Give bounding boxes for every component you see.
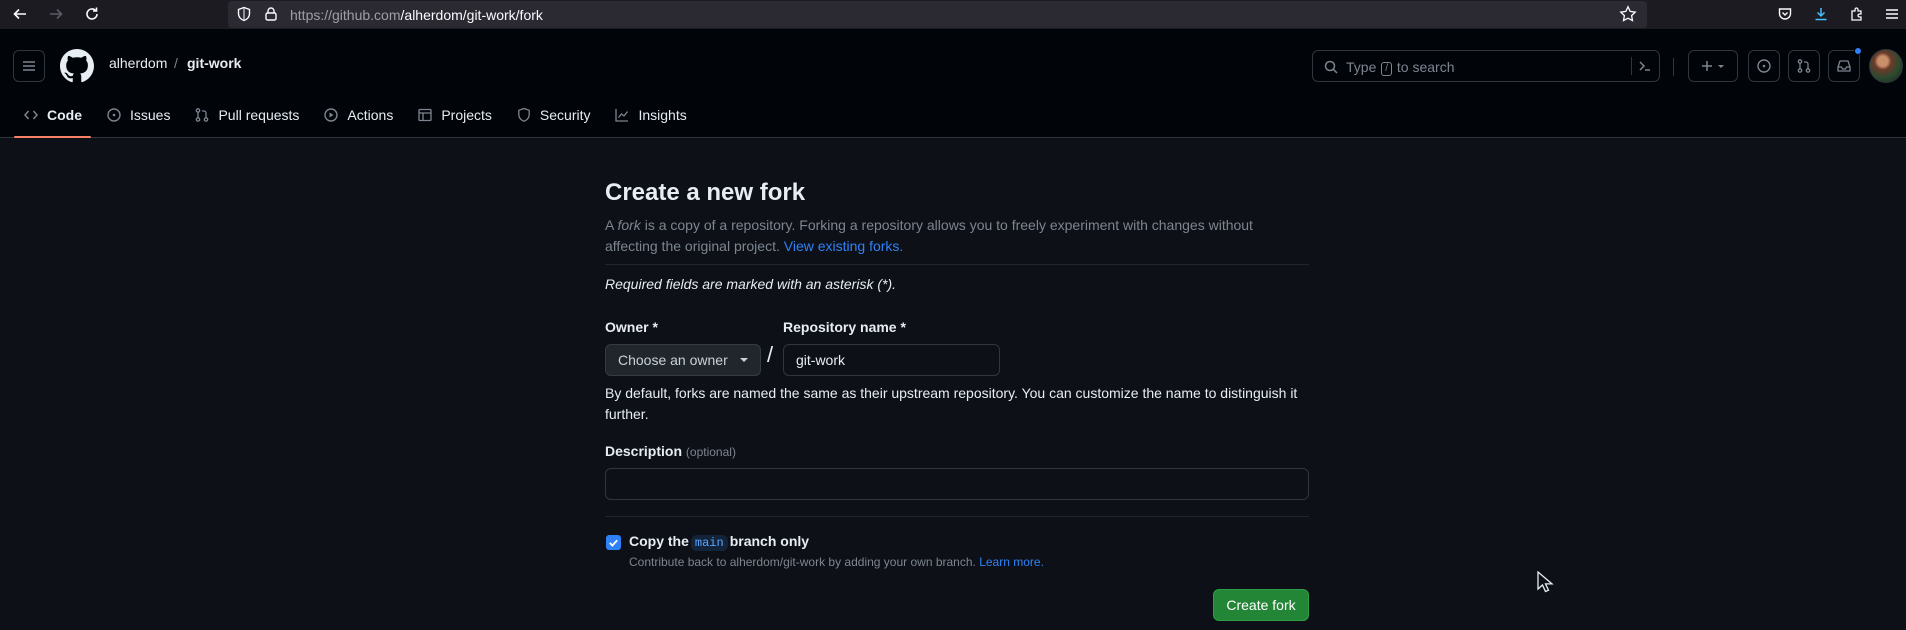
- repo-nav: Code Issues Pull requests Actions Projec…: [14, 92, 702, 138]
- download-icon[interactable]: [1810, 3, 1832, 25]
- search-input[interactable]: Type / to search: [1312, 50, 1660, 82]
- header-divider: [1673, 58, 1674, 76]
- tab-issues[interactable]: Issues: [97, 92, 179, 138]
- pocket-icon[interactable]: [1774, 3, 1796, 25]
- optional-hint: (optional): [685, 445, 736, 459]
- app-menu-icon[interactable]: [1881, 3, 1903, 25]
- search-placeholder: Type / to search: [1346, 59, 1455, 76]
- tab-security[interactable]: Security: [507, 92, 600, 138]
- url-text: https://github.com/alherdom/git-work/for…: [290, 7, 543, 23]
- issue-icon: [1757, 59, 1771, 73]
- inbox-button[interactable]: [1828, 50, 1860, 82]
- tab-label: Pull requests: [218, 107, 300, 123]
- breadcrumb-repo[interactable]: git-work: [187, 55, 241, 71]
- repository-name-help: By default, forks are named the same as …: [605, 385, 1298, 422]
- plus-dropdown-icon: [1702, 61, 1724, 71]
- pull-requests-button[interactable]: [1788, 50, 1820, 82]
- global-nav-menu-button[interactable]: [13, 50, 45, 82]
- view-existing-forks-link[interactable]: View existing forks.: [784, 238, 904, 254]
- tab-label: Security: [539, 107, 591, 123]
- pull-request-icon: [1797, 59, 1811, 73]
- tab-label: Projects: [441, 107, 492, 123]
- copy-branch-help: Contribute back to alherdom/git-work by …: [629, 555, 1044, 569]
- issues-button[interactable]: [1748, 50, 1780, 82]
- breadcrumb-owner[interactable]: alherdom: [109, 55, 167, 71]
- tab-projects[interactable]: Projects: [408, 92, 501, 138]
- tab-insights[interactable]: Insights: [605, 92, 695, 138]
- browser-toolbar: https://github.com/alherdom/git-work/for…: [0, 0, 1906, 29]
- forward-icon[interactable]: [44, 2, 68, 26]
- play-icon: [324, 108, 339, 122]
- notification-indicator: [1854, 47, 1862, 55]
- reload-icon[interactable]: [80, 2, 104, 26]
- check-icon: [609, 539, 618, 547]
- search-icon: [1323, 59, 1339, 80]
- tab-code[interactable]: Code: [14, 92, 91, 138]
- github-logo-icon[interactable]: [60, 49, 94, 88]
- tab-label: Insights: [638, 107, 687, 123]
- create-new-button[interactable]: [1688, 50, 1738, 82]
- mouse-pointer-icon: [1536, 570, 1556, 598]
- caret-down-icon: [740, 358, 748, 362]
- learn-more-link[interactable]: Learn more.: [979, 555, 1044, 569]
- shield-icon: [518, 107, 530, 123]
- search-divider: [1631, 57, 1632, 75]
- description-label: Description (optional): [605, 443, 736, 459]
- address-bar[interactable]: https://github.com/alherdom/git-work/for…: [228, 1, 1647, 28]
- page-title: Create a new fork: [605, 179, 806, 206]
- owner-label: Owner *: [605, 319, 658, 335]
- lock-icon[interactable]: [263, 6, 279, 27]
- divider: [605, 516, 1309, 517]
- tab-label: Issues: [130, 107, 171, 123]
- divider: [605, 264, 1309, 265]
- inbox-icon: [1837, 60, 1851, 72]
- code-icon: [24, 110, 38, 120]
- avatar[interactable]: [1869, 49, 1903, 83]
- bookmark-star-icon[interactable]: [1619, 5, 1637, 28]
- create-fork-button[interactable]: Create fork: [1213, 589, 1309, 621]
- branch-name-code: main: [690, 535, 728, 551]
- intro-text: A fork is a copy of a repository. Forkin…: [605, 217, 1253, 254]
- repository-name-label: Repository name *: [783, 319, 906, 335]
- graph-icon: [615, 109, 629, 122]
- copy-main-branch-checkbox[interactable]: [606, 535, 621, 550]
- repository-name-input[interactable]: git-work: [783, 344, 1000, 376]
- command-palette-icon[interactable]: [1637, 58, 1653, 79]
- owner-repo-separator: /: [767, 342, 774, 367]
- github-header: alherdom / git-work Type / to search Cod…: [0, 29, 1906, 138]
- pull-request-icon: [196, 108, 209, 122]
- tab-label: Actions: [347, 107, 394, 123]
- tab-pull-requests[interactable]: Pull requests: [185, 92, 308, 138]
- tab-actions[interactable]: Actions: [314, 92, 402, 138]
- breadcrumb-separator: /: [174, 55, 178, 71]
- extensions-icon[interactable]: [1846, 3, 1868, 25]
- copy-branch-label[interactable]: Copy the main branch only: [629, 533, 809, 551]
- owner-dropdown[interactable]: Choose an owner: [605, 344, 761, 376]
- required-fields-note: Required fields are marked with an aster…: [605, 276, 897, 292]
- hamburger-icon: [23, 61, 35, 71]
- tab-label: Code: [47, 107, 82, 123]
- owner-dropdown-label: Choose an owner: [618, 352, 728, 368]
- table-icon: [418, 108, 432, 122]
- issue-icon: [107, 108, 121, 122]
- back-icon[interactable]: [8, 2, 32, 26]
- tracking-shield-icon[interactable]: [236, 6, 252, 27]
- description-input[interactable]: [605, 468, 1309, 500]
